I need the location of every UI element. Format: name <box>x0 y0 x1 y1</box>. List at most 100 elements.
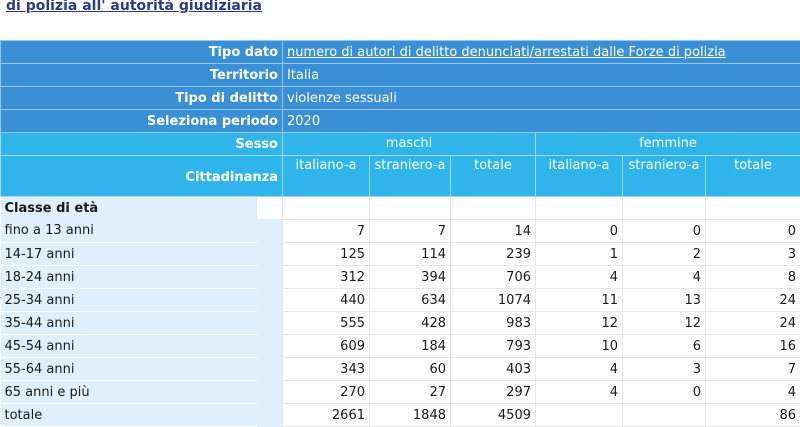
meta-value: 2020 <box>283 110 800 133</box>
value-cell: 14 <box>451 220 536 243</box>
value-cell: 24 <box>706 289 800 312</box>
spacer-cell <box>257 358 283 381</box>
meta-row: TerritorioItalia <box>1 64 800 87</box>
value-cell: 440 <box>283 289 370 312</box>
row-label: 35-44 anni <box>1 312 257 335</box>
value-cell: 609 <box>283 335 370 358</box>
value-cell: 3 <box>706 243 800 266</box>
row-label: 55-64 anni <box>1 358 257 381</box>
value-cell: 1848 <box>370 404 451 427</box>
blank-cell <box>283 197 370 220</box>
value-cell: 184 <box>370 335 451 358</box>
value-cell: 11 <box>536 289 623 312</box>
spacer-cell <box>257 312 283 335</box>
value-cell: 1 <box>536 243 623 266</box>
value-cell: 6 <box>623 335 706 358</box>
table-row: fino a 13 anni7714000 <box>1 220 800 243</box>
table-row: 35-44 anni555428983121224 <box>1 312 800 335</box>
meta-value-link[interactable]: numero di autori di delitto denunciati/a… <box>287 45 726 60</box>
row-label: 65 anni e più <box>1 381 257 404</box>
table-row: 14-17 anni 125114239123 <box>1 243 800 266</box>
value-cell: 86 <box>706 404 800 427</box>
table-row: 55-64 anni34360403437 <box>1 358 800 381</box>
spacer-cell <box>257 266 283 289</box>
value-cell: 428 <box>370 312 451 335</box>
value-cell: 983 <box>451 312 536 335</box>
value-cell: 13 <box>623 289 706 312</box>
data-table: Tipo datonumero di autori di delitto den… <box>0 40 800 427</box>
subcolumn-header: totale <box>451 156 536 197</box>
blank-cell <box>451 197 536 220</box>
row-label: 14-17 anni <box>1 243 257 266</box>
value-cell: 239 <box>451 243 536 266</box>
value-cell: 2 <box>623 243 706 266</box>
value-cell <box>623 404 706 427</box>
table-row: totale 266118484509 86 <box>1 404 800 427</box>
meta-label: Seleziona periodo <box>1 110 283 133</box>
value-cell: 2661 <box>283 404 370 427</box>
spacer-cell <box>257 335 283 358</box>
value-cell: 0 <box>706 220 800 243</box>
value-cell: 7 <box>283 220 370 243</box>
value-cell: 0 <box>536 220 623 243</box>
value-cell: 312 <box>283 266 370 289</box>
value-cell: 634 <box>370 289 451 312</box>
blank-cell <box>370 197 451 220</box>
table-row: 45-54 anni 60918479310616 <box>1 335 800 358</box>
blank-cell <box>623 197 706 220</box>
value-cell: 555 <box>283 312 370 335</box>
value-cell: 4 <box>536 381 623 404</box>
page-title[interactable]: di polizia all' autorità giudiziaria <box>6 0 266 15</box>
value-cell: 12 <box>536 312 623 335</box>
sesso-label: Sesso <box>1 133 283 156</box>
value-cell: 270 <box>283 381 370 404</box>
subcolumn-header: straniero-a <box>370 156 451 197</box>
value-cell: 343 <box>283 358 370 381</box>
row-label: totale <box>1 404 257 427</box>
value-cell: 8 <box>706 266 800 289</box>
value-cell: 0 <box>623 220 706 243</box>
group-header: maschi <box>283 133 536 156</box>
value-cell: 125 <box>283 243 370 266</box>
value-cell: 16 <box>706 335 800 358</box>
value-cell: 3 <box>623 358 706 381</box>
subcolumn-header: italiano-a <box>283 156 370 197</box>
value-cell: 60 <box>370 358 451 381</box>
cittadinanza-label: Cittadinanza <box>1 156 283 197</box>
value-cell: 1074 <box>451 289 536 312</box>
value-cell: 7 <box>706 358 800 381</box>
value-cell: 114 <box>370 243 451 266</box>
meta-value[interactable]: numero di autori di delitto denunciati/a… <box>283 41 800 64</box>
spacer-cell <box>257 220 283 243</box>
table-row: 25-34 anni 4406341074111324 <box>1 289 800 312</box>
subcolumn-header: straniero-a <box>623 156 706 197</box>
meta-row: Tipo di delittoviolenze sessuali <box>1 87 800 110</box>
spacer-cell <box>257 404 283 427</box>
meta-value: violenze sessuali <box>283 87 800 110</box>
group-header: femmine <box>536 133 800 156</box>
value-cell: 7 <box>370 220 451 243</box>
value-cell: 4 <box>706 381 800 404</box>
subcolumn-header: italiano-a <box>536 156 623 197</box>
value-cell: 0 <box>623 381 706 404</box>
value-cell: 297 <box>451 381 536 404</box>
value-cell: 4 <box>623 266 706 289</box>
table-row: 18-24 anni312394706448 <box>1 266 800 289</box>
value-cell: 394 <box>370 266 451 289</box>
value-cell: 27 <box>370 381 451 404</box>
row-label: 45-54 anni <box>1 335 257 358</box>
value-cell: 4509 <box>451 404 536 427</box>
meta-row: Seleziona periodo2020 <box>1 110 800 133</box>
value-cell: 10 <box>536 335 623 358</box>
row-group-header: Classe di età <box>1 197 800 220</box>
spacer-cell <box>257 243 283 266</box>
row-label: 25-34 anni <box>1 289 257 312</box>
row-label: 18-24 anni <box>1 266 257 289</box>
value-cell: 4 <box>536 358 623 381</box>
value-cell: 706 <box>451 266 536 289</box>
value-cell: 793 <box>451 335 536 358</box>
spacer-cell <box>257 381 283 404</box>
value-cell: 4 <box>536 266 623 289</box>
row-label: fino a 13 anni <box>1 220 257 243</box>
header-row-sesso: Sessomaschifemmine <box>1 133 800 156</box>
